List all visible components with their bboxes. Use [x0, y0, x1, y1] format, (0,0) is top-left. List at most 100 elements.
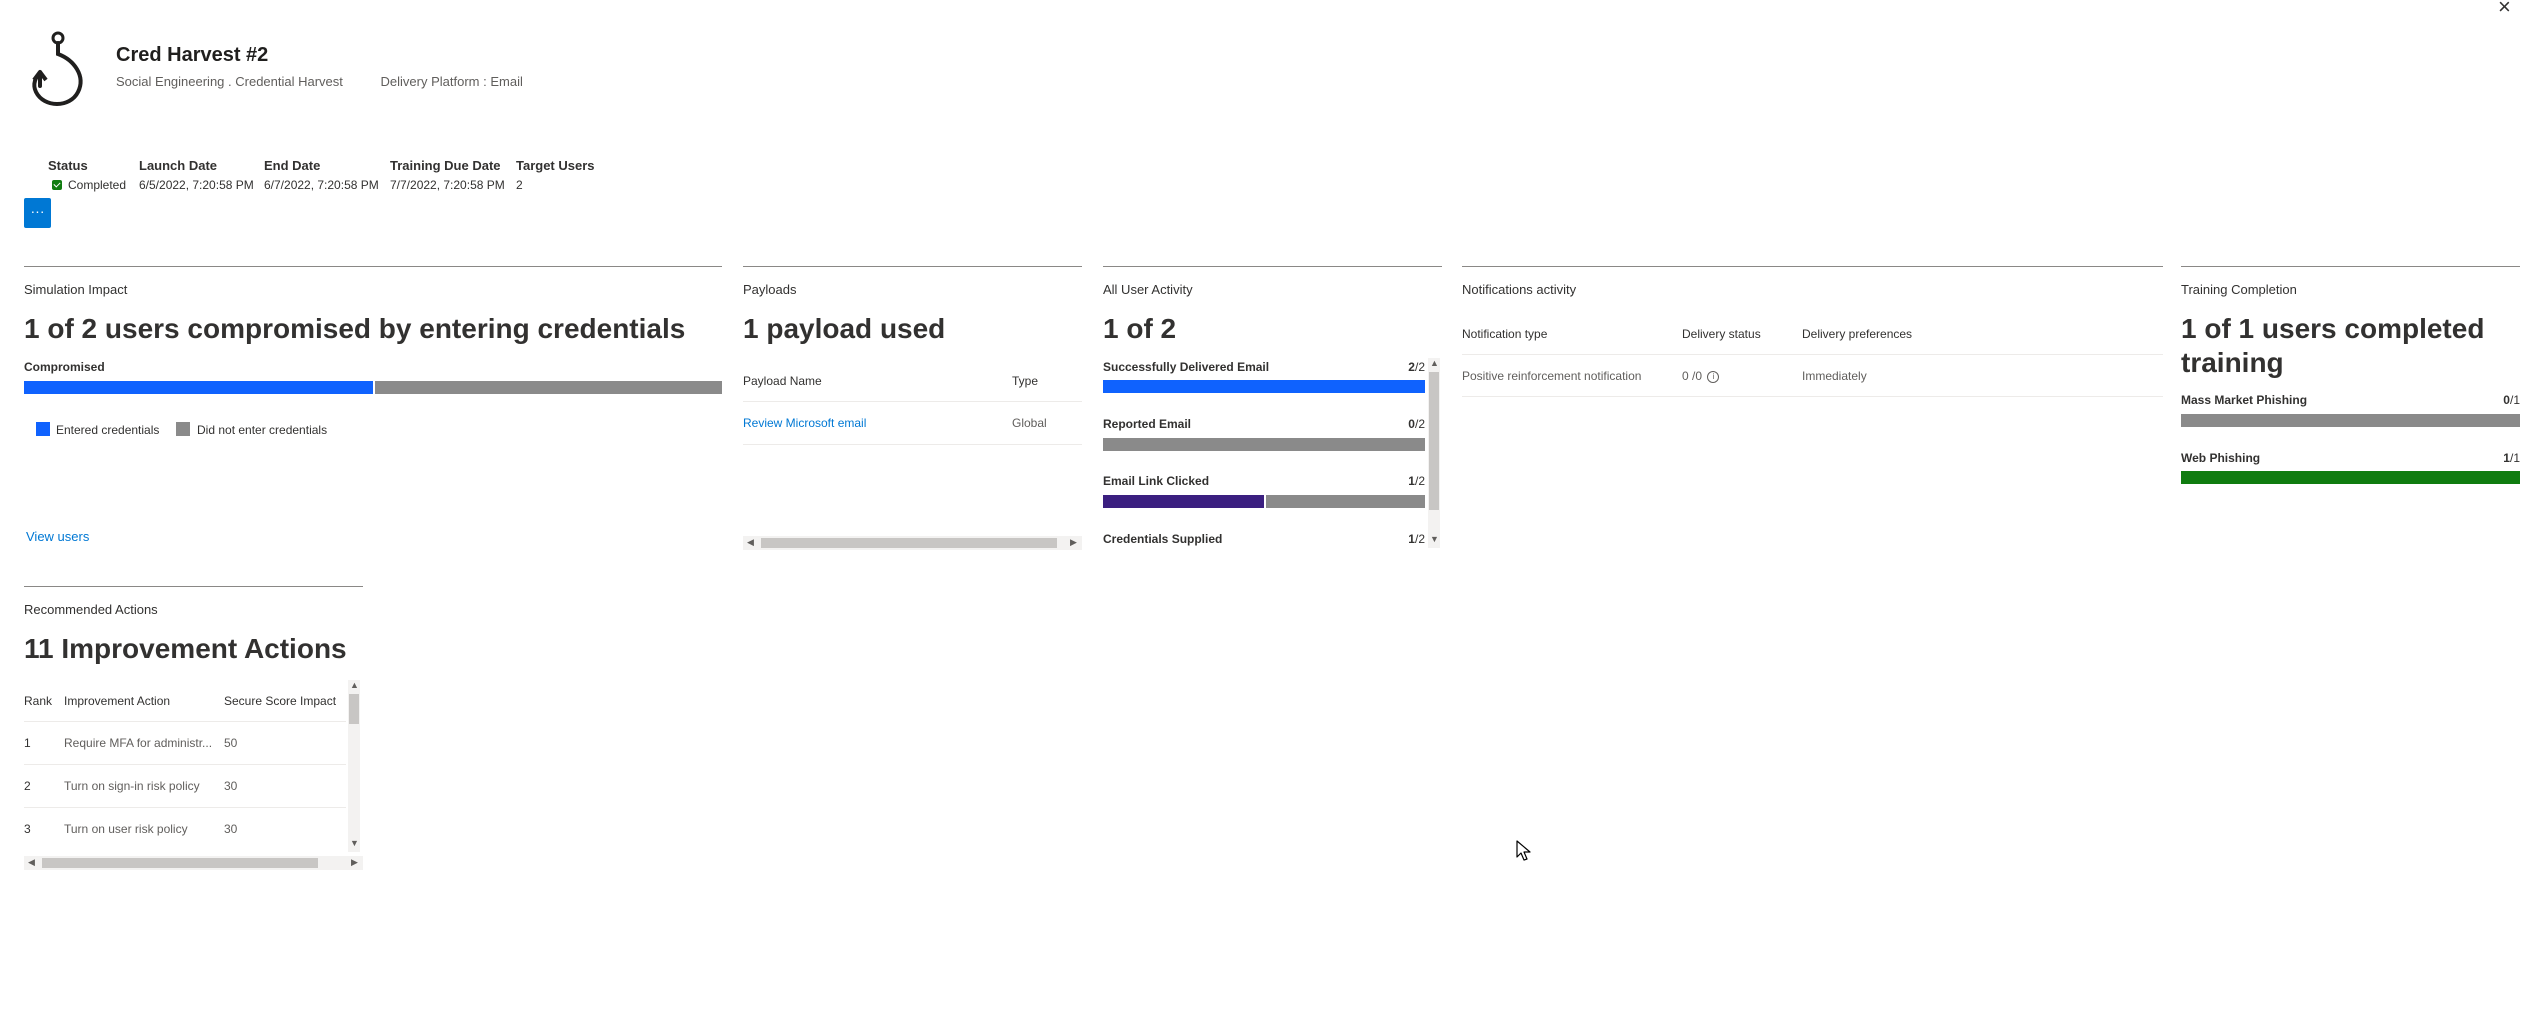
- actions-header-divider: [24, 721, 346, 722]
- info-icon[interactable]: i: [1707, 371, 1720, 383]
- not-entered-legend-swatch: [176, 422, 190, 436]
- hook-icon: [32, 31, 83, 106]
- activity-count-credentials: 1/2: [1408, 532, 1425, 546]
- activity-bar-fill-delivered: [1103, 380, 1425, 393]
- activity-bar-fill-clicked: [1103, 495, 1266, 508]
- launch-date-value: 6/5/2022, 7:20:58 PM: [139, 178, 254, 192]
- training-bar-fill-web-phishing: [2181, 471, 2520, 484]
- activity-scroll-thumb[interactable]: [1429, 372, 1439, 510]
- mouse-cursor-icon: [1516, 840, 1531, 861]
- scroll-left-icon[interactable]: ◀: [747, 537, 754, 548]
- compromised-label: Compromised: [24, 360, 105, 374]
- activity-bar-reported: [1103, 438, 1425, 451]
- status-value: Completed: [52, 178, 126, 192]
- training-title: Training Completion: [2181, 282, 2297, 297]
- payloads-headline: 1 payload used: [743, 313, 946, 344]
- not-entered-legend-label: Did not enter credentials: [197, 423, 328, 437]
- notification-type-value: Positive reinforcement notification: [1462, 369, 1642, 383]
- activity-num-reported: 0: [1408, 417, 1415, 431]
- notifications-divider: [1462, 266, 2163, 267]
- impact-title: Simulation Impact: [24, 282, 128, 297]
- activity-divider: [1103, 266, 1442, 267]
- launch-date-header: Launch Date: [139, 158, 218, 173]
- delivery-preferences-value: Immediately: [1802, 369, 1867, 383]
- activity-num-delivered: 2: [1408, 360, 1415, 374]
- simulation-title: Cred Harvest #2: [116, 44, 269, 66]
- training-label-mass-market: Mass Market Phishing: [2181, 393, 2308, 407]
- action-row-divider-2: [24, 807, 346, 808]
- activity-label-reported: Reported Email: [1103, 417, 1192, 431]
- improvement-action-header[interactable]: Improvement Action: [64, 694, 170, 708]
- target-users-header: Target Users: [516, 158, 595, 173]
- activity-vertical-scrollbar[interactable]: ▲ ▼: [1428, 358, 1440, 548]
- platform-label: Delivery Platform : Email: [380, 74, 523, 89]
- delivery-preferences-header[interactable]: Delivery preferences: [1802, 327, 1912, 341]
- notifications-header-divider: [1462, 354, 2163, 355]
- training-count-web-phishing: 1/1: [2480, 451, 2520, 465]
- rank-header[interactable]: Rank: [24, 694, 52, 708]
- actions-hscroll-thumb[interactable]: [42, 858, 318, 868]
- notification-type-header[interactable]: Notification type: [1462, 327, 1547, 341]
- activity-label-clicked: Email Link Clicked: [1103, 474, 1210, 488]
- activity-den-clicked: /2: [1414, 474, 1425, 488]
- simulation-subtitle: Social Engineering . Credential Harvest …: [116, 74, 557, 89]
- payloads-divider: [743, 266, 1082, 267]
- action-score-3: 30: [224, 822, 238, 836]
- target-users-value: 2: [516, 178, 523, 192]
- action-row-divider-1: [24, 764, 346, 765]
- payload-type-value: Global: [1012, 416, 1047, 430]
- delivery-status-text: 0 /0: [1682, 369, 1703, 383]
- more-actions-button[interactable]: ···: [24, 198, 51, 228]
- action-score-1: 50: [224, 736, 238, 750]
- action-name-2[interactable]: Turn on sign-in risk policy: [64, 779, 200, 793]
- training-divider: [2181, 266, 2520, 267]
- action-rank-3: 3: [24, 822, 31, 836]
- activity-headline: 1 of 2: [1103, 313, 1177, 344]
- scroll-right-icon[interactable]: ▶: [1070, 537, 1077, 548]
- actions-scroll-down-icon[interactable]: ▼: [350, 838, 359, 848]
- activity-count-clicked: 1/2: [1408, 474, 1425, 488]
- actions-title: Recommended Actions: [24, 602, 158, 617]
- activity-bar-delivered: [1103, 380, 1425, 393]
- payloads-horizontal-scrollbar[interactable]: ◀ ▶: [743, 536, 1082, 550]
- actions-scroll-right-icon[interactable]: ▶: [351, 857, 358, 868]
- impact-divider: [24, 266, 722, 267]
- payload-row-divider: [743, 444, 1082, 445]
- payload-name-header[interactable]: Payload Name: [743, 374, 822, 388]
- notifications-title: Notifications activity: [1462, 282, 1577, 297]
- payload-name-link[interactable]: Review Microsoft email: [743, 416, 866, 430]
- secure-score-header[interactable]: Secure Score Impact: [224, 694, 336, 708]
- activity-list[interactable]: Successfully Delivered Email 2/2 Reporte…: [1103, 358, 1425, 548]
- close-icon[interactable]: ×: [2498, 0, 2511, 20]
- training-num-mass-market: 0: [2503, 393, 2510, 407]
- scroll-up-icon[interactable]: ▲: [1430, 358, 1439, 368]
- payload-header-divider: [743, 401, 1082, 402]
- actions-vscroll-thumb[interactable]: [349, 694, 359, 724]
- actions-scroll-up-icon[interactable]: ▲: [350, 680, 359, 690]
- training-label-web-phishing: Web Phishing: [2181, 451, 2261, 465]
- actions-horizontal-scrollbar[interactable]: ◀ ▶: [24, 856, 363, 870]
- delivery-status-value: 0 /0 i: [1682, 369, 1720, 383]
- action-name-3[interactable]: Turn on user risk policy: [64, 822, 188, 836]
- activity-den-reported: /2: [1414, 417, 1425, 431]
- training-due-value: 7/7/2022, 7:20:58 PM: [390, 178, 505, 192]
- status-header: Status: [48, 158, 88, 173]
- activity-bar-clicked: [1103, 495, 1425, 508]
- activity-count-reported: 0/2: [1408, 417, 1425, 431]
- training-den-web-phishing: /1: [2509, 451, 2520, 465]
- payloads-scroll-thumb[interactable]: [761, 538, 1057, 548]
- actions-vertical-scrollbar[interactable]: ▲ ▼: [348, 680, 360, 852]
- compromised-bar-fill: [24, 381, 375, 394]
- training-headline: 1 of 1 users completed training: [2181, 313, 2485, 378]
- action-name-1[interactable]: Require MFA for administr...: [64, 736, 212, 750]
- actions-scroll-left-icon[interactable]: ◀: [28, 857, 35, 868]
- delivery-status-header[interactable]: Delivery status: [1682, 327, 1761, 341]
- end-date-value: 6/7/2022, 7:20:58 PM: [264, 178, 379, 192]
- payload-type-header[interactable]: Type: [1012, 374, 1038, 388]
- notifications-row-divider: [1462, 396, 2163, 397]
- activity-title: All User Activity: [1103, 282, 1193, 297]
- view-users-link[interactable]: View users: [26, 529, 89, 544]
- actions-headline: 11 Improvement Actions: [24, 633, 347, 664]
- entered-legend-label: Entered credentials: [56, 423, 160, 437]
- scroll-down-icon[interactable]: ▼: [1430, 534, 1439, 544]
